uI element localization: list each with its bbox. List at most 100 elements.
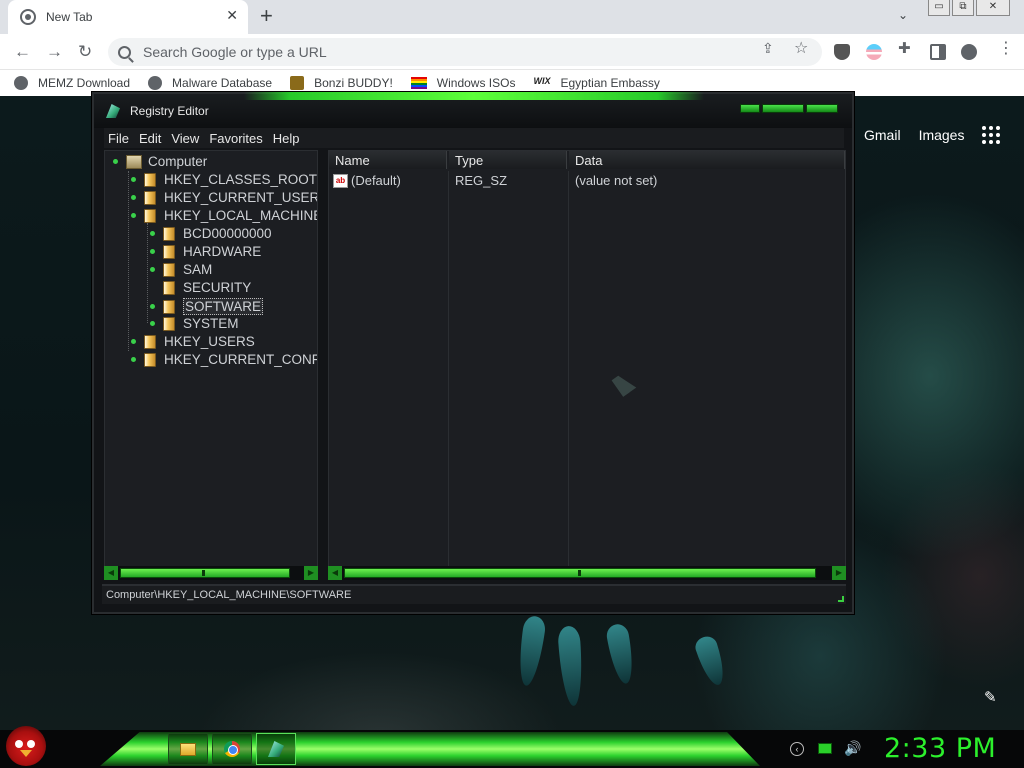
value-name-cell[interactable]: ab (Default) [333, 173, 401, 188]
folder-icon [144, 334, 156, 349]
registry-values-pane: Name Type Data ab (Default) REG_SZ (valu… [328, 150, 846, 580]
folder-icon [163, 280, 175, 295]
minimize-button[interactable]: ▭ [928, 0, 950, 16]
network-monitor-icon[interactable] [818, 743, 832, 754]
taskbar-file-explorer-button[interactable] [168, 733, 208, 765]
wix-icon: WIX [533, 76, 551, 86]
menu-favorites[interactable]: Favorites [209, 131, 262, 146]
bookmark-egyptian-embassy[interactable]: WIX Egyptian Embassy [533, 76, 659, 90]
status-path: Computer\HKEY_LOCAL_MACHINE\SOFTWARE [106, 589, 352, 601]
close-window-button[interactable]: ✕ [976, 0, 1010, 16]
tree-node-bcd[interactable]: BCD00000000 [150, 226, 272, 241]
string-value-icon: ab [333, 173, 348, 188]
menu-bar: File Edit View Favorites Help [104, 128, 844, 148]
registry-editor-icon [106, 104, 120, 118]
menu-help[interactable]: Help [273, 131, 300, 146]
browser-tab[interactable]: New Tab ✕ [8, 0, 248, 34]
volume-speaker-icon[interactable]: 🔊 [844, 740, 861, 757]
column-header-type[interactable]: Type [449, 151, 567, 169]
folder-icon [144, 352, 156, 367]
search-icon [118, 45, 131, 59]
folder-open-icon [163, 299, 175, 314]
registry-window-controls [740, 104, 838, 113]
menu-kebab-icon[interactable]: ⋮ [998, 38, 1014, 58]
bookmark-star-icon[interactable]: ☆ [794, 38, 808, 58]
address-bar-placeholder: Search Google or type a URL [143, 44, 327, 60]
forward-arrow-icon[interactable]: → [46, 42, 63, 62]
share-icon[interactable]: ⇪ [762, 40, 774, 57]
value-data-cell[interactable]: (value not set) [575, 173, 657, 188]
tree-horizontal-scrollbar[interactable]: ◀ ▶ [104, 566, 318, 580]
scroll-right-arrow-icon[interactable]: ▶ [832, 566, 846, 580]
tab-search-chevron-icon[interactable]: ⌄ [898, 8, 908, 22]
bookmark-malware-database[interactable]: Malware Database [148, 76, 272, 90]
reload-icon[interactable]: ↻ [78, 42, 92, 62]
registry-close-button[interactable] [806, 104, 838, 113]
bonzi-icon [290, 76, 305, 90]
system-tray: ‹ 🔊 [790, 740, 861, 757]
images-link[interactable]: Images [919, 127, 965, 143]
taskbar-clock[interactable]: 2:33 PM [884, 733, 996, 764]
extensions-puzzle-icon[interactable]: ✚ [898, 39, 911, 57]
show-hidden-icons-chevron-icon[interactable]: ‹ [790, 741, 804, 756]
scroll-left-arrow-icon[interactable]: ◀ [104, 566, 118, 580]
column-header-data[interactable]: Data [569, 151, 845, 169]
tree-node-hkcu[interactable]: HKEY_CURRENT_USER [131, 190, 317, 205]
scrollbar-thumb[interactable] [120, 568, 290, 578]
folder-icon [163, 262, 175, 277]
tree-node-computer[interactable]: Computer [113, 154, 207, 169]
globe-icon [14, 76, 28, 90]
address-bar[interactable]: Search Google or type a URL [108, 38, 822, 66]
taskbar-registry-editor-button[interactable] [256, 733, 296, 765]
tree-node-sam[interactable]: SAM [150, 262, 212, 277]
taskbar [0, 730, 1024, 768]
title-glow-accent [244, 92, 704, 100]
tree-node-hkcc[interactable]: HKEY_CURRENT_CONFI [131, 352, 317, 367]
tree-node-system[interactable]: SYSTEM [150, 316, 239, 331]
values-horizontal-scrollbar[interactable]: ◀ ▶ [328, 566, 846, 580]
tab-close-icon[interactable]: ✕ [226, 7, 238, 24]
tree-node-hardware[interactable]: HARDWARE [150, 244, 261, 259]
folder-icon [163, 244, 175, 259]
resize-grip-icon[interactable] [838, 596, 844, 602]
browser-tab-strip: New Tab ✕ + ⌄ ▭ ⧉ ✕ [0, 0, 1024, 34]
registry-tree-pane: Computer HKEY_CLASSES_ROOT HKEY_CURRENT_… [104, 150, 318, 580]
tree-node-hkcr[interactable]: HKEY_CLASSES_ROOT [131, 172, 317, 187]
chrome-icon [224, 741, 240, 757]
tree-node-hku[interactable]: HKEY_USERS [131, 334, 255, 349]
tree-node-hklm[interactable]: HKEY_LOCAL_MACHINE [131, 208, 317, 223]
registry-minimize-button[interactable] [740, 104, 760, 113]
menu-view[interactable]: View [171, 131, 199, 146]
registry-editor-icon [268, 741, 284, 757]
registry-editor-window: Registry Editor File Edit View Favorites… [92, 92, 854, 614]
gmail-link[interactable]: Gmail [864, 127, 901, 143]
ublock-extension-icon[interactable] [834, 44, 850, 60]
registry-maximize-button[interactable] [762, 104, 804, 113]
back-arrow-icon[interactable]: ← [14, 42, 31, 62]
menu-file[interactable]: File [108, 131, 129, 146]
side-panel-icon[interactable] [930, 44, 946, 60]
google-apps-grid-icon[interactable] [982, 126, 1001, 144]
flag-extension-icon[interactable] [866, 44, 882, 60]
folder-icon [144, 172, 156, 187]
bookmark-bonzi-buddy[interactable]: Bonzi BUDDY! [290, 76, 393, 90]
value-type-cell[interactable]: REG_SZ [455, 173, 507, 188]
scroll-right-arrow-icon[interactable]: ▶ [304, 566, 318, 580]
customize-pencil-icon[interactable]: ✎ [984, 688, 997, 706]
menu-edit[interactable]: Edit [139, 131, 161, 146]
tree-node-security[interactable]: SECURITY [163, 280, 251, 295]
scroll-left-arrow-icon[interactable]: ◀ [328, 566, 342, 580]
start-button-angry-bird-icon[interactable] [6, 726, 46, 766]
google-header-links: Gmail Images [864, 126, 1001, 144]
tree-node-software[interactable]: SOFTWARE [150, 298, 263, 315]
restore-button[interactable]: ⧉ [952, 0, 974, 16]
new-tab-button[interactable]: + [260, 4, 273, 28]
bookmark-memz[interactable]: MEMZ Download [14, 76, 130, 90]
taskbar-chrome-button[interactable] [212, 733, 252, 765]
window-controls: ▭ ⧉ ✕ [928, 0, 1010, 16]
bookmark-windows-isos[interactable]: Windows ISOs [410, 76, 515, 90]
status-bar: Computer\HKEY_LOCAL_MACHINE\SOFTWARE [102, 584, 846, 604]
profile-avatar-icon[interactable] [961, 44, 977, 60]
browser-toolbar: ← → ↻ Search Google or type a URL ⇪ ☆ ✚ … [0, 34, 1024, 70]
column-header-name[interactable]: Name [329, 151, 447, 169]
